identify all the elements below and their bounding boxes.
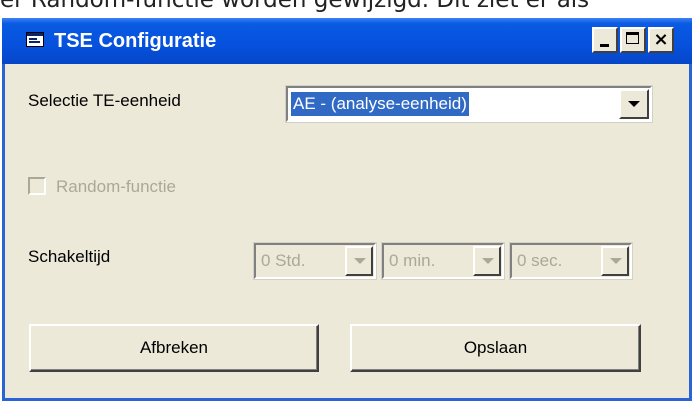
random-function-label: Random-functie: [56, 177, 177, 196]
save-button[interactable]: Opslaan: [350, 324, 641, 372]
maximize-icon: [626, 32, 639, 44]
chevron-down-icon: [354, 258, 366, 264]
hours-select[interactable]: 0 Std.: [253, 242, 377, 280]
close-icon: ×: [653, 29, 669, 50]
minutes-select[interactable]: 0 min.: [381, 242, 505, 280]
chevron-down-icon: [628, 101, 640, 107]
hours-dropdown-button[interactable]: [345, 246, 373, 276]
minutes-dropdown-button[interactable]: [473, 246, 501, 276]
seconds-dropdown-button[interactable]: [601, 246, 629, 276]
app-window-icon: [26, 32, 44, 47]
window-title: TSE Configuratie: [54, 30, 217, 52]
minimize-icon: [600, 44, 609, 47]
seconds-select[interactable]: 0 sec.: [509, 242, 633, 280]
te-unit-label: Selectie TE-eenheid: [28, 91, 181, 110]
minimize-button[interactable]: [592, 27, 618, 53]
switch-time-label: Schakeltijd: [28, 247, 111, 266]
cancel-button[interactable]: Afbreken: [29, 324, 319, 372]
title-bar[interactable]: TSE Configuratie ×: [2, 18, 692, 64]
hours-value: 0 Std.: [261, 251, 306, 270]
te-unit-selected-value: AE - (analyse-eenheid): [290, 91, 470, 117]
te-unit-select[interactable]: AE - (analyse-eenheid): [285, 85, 653, 123]
random-function-checkbox[interactable]: [28, 177, 46, 195]
close-button[interactable]: ×: [648, 27, 674, 53]
minutes-value: 0 min.: [389, 251, 436, 270]
te-unit-dropdown-button[interactable]: [619, 89, 649, 119]
chevron-down-icon: [482, 258, 494, 264]
chevron-down-icon: [610, 258, 622, 264]
maximize-button[interactable]: [620, 27, 646, 53]
background-page-text: er Random-functie worden gewijzigd. Dit …: [0, 0, 590, 13]
seconds-value: 0 sec.: [517, 251, 563, 270]
